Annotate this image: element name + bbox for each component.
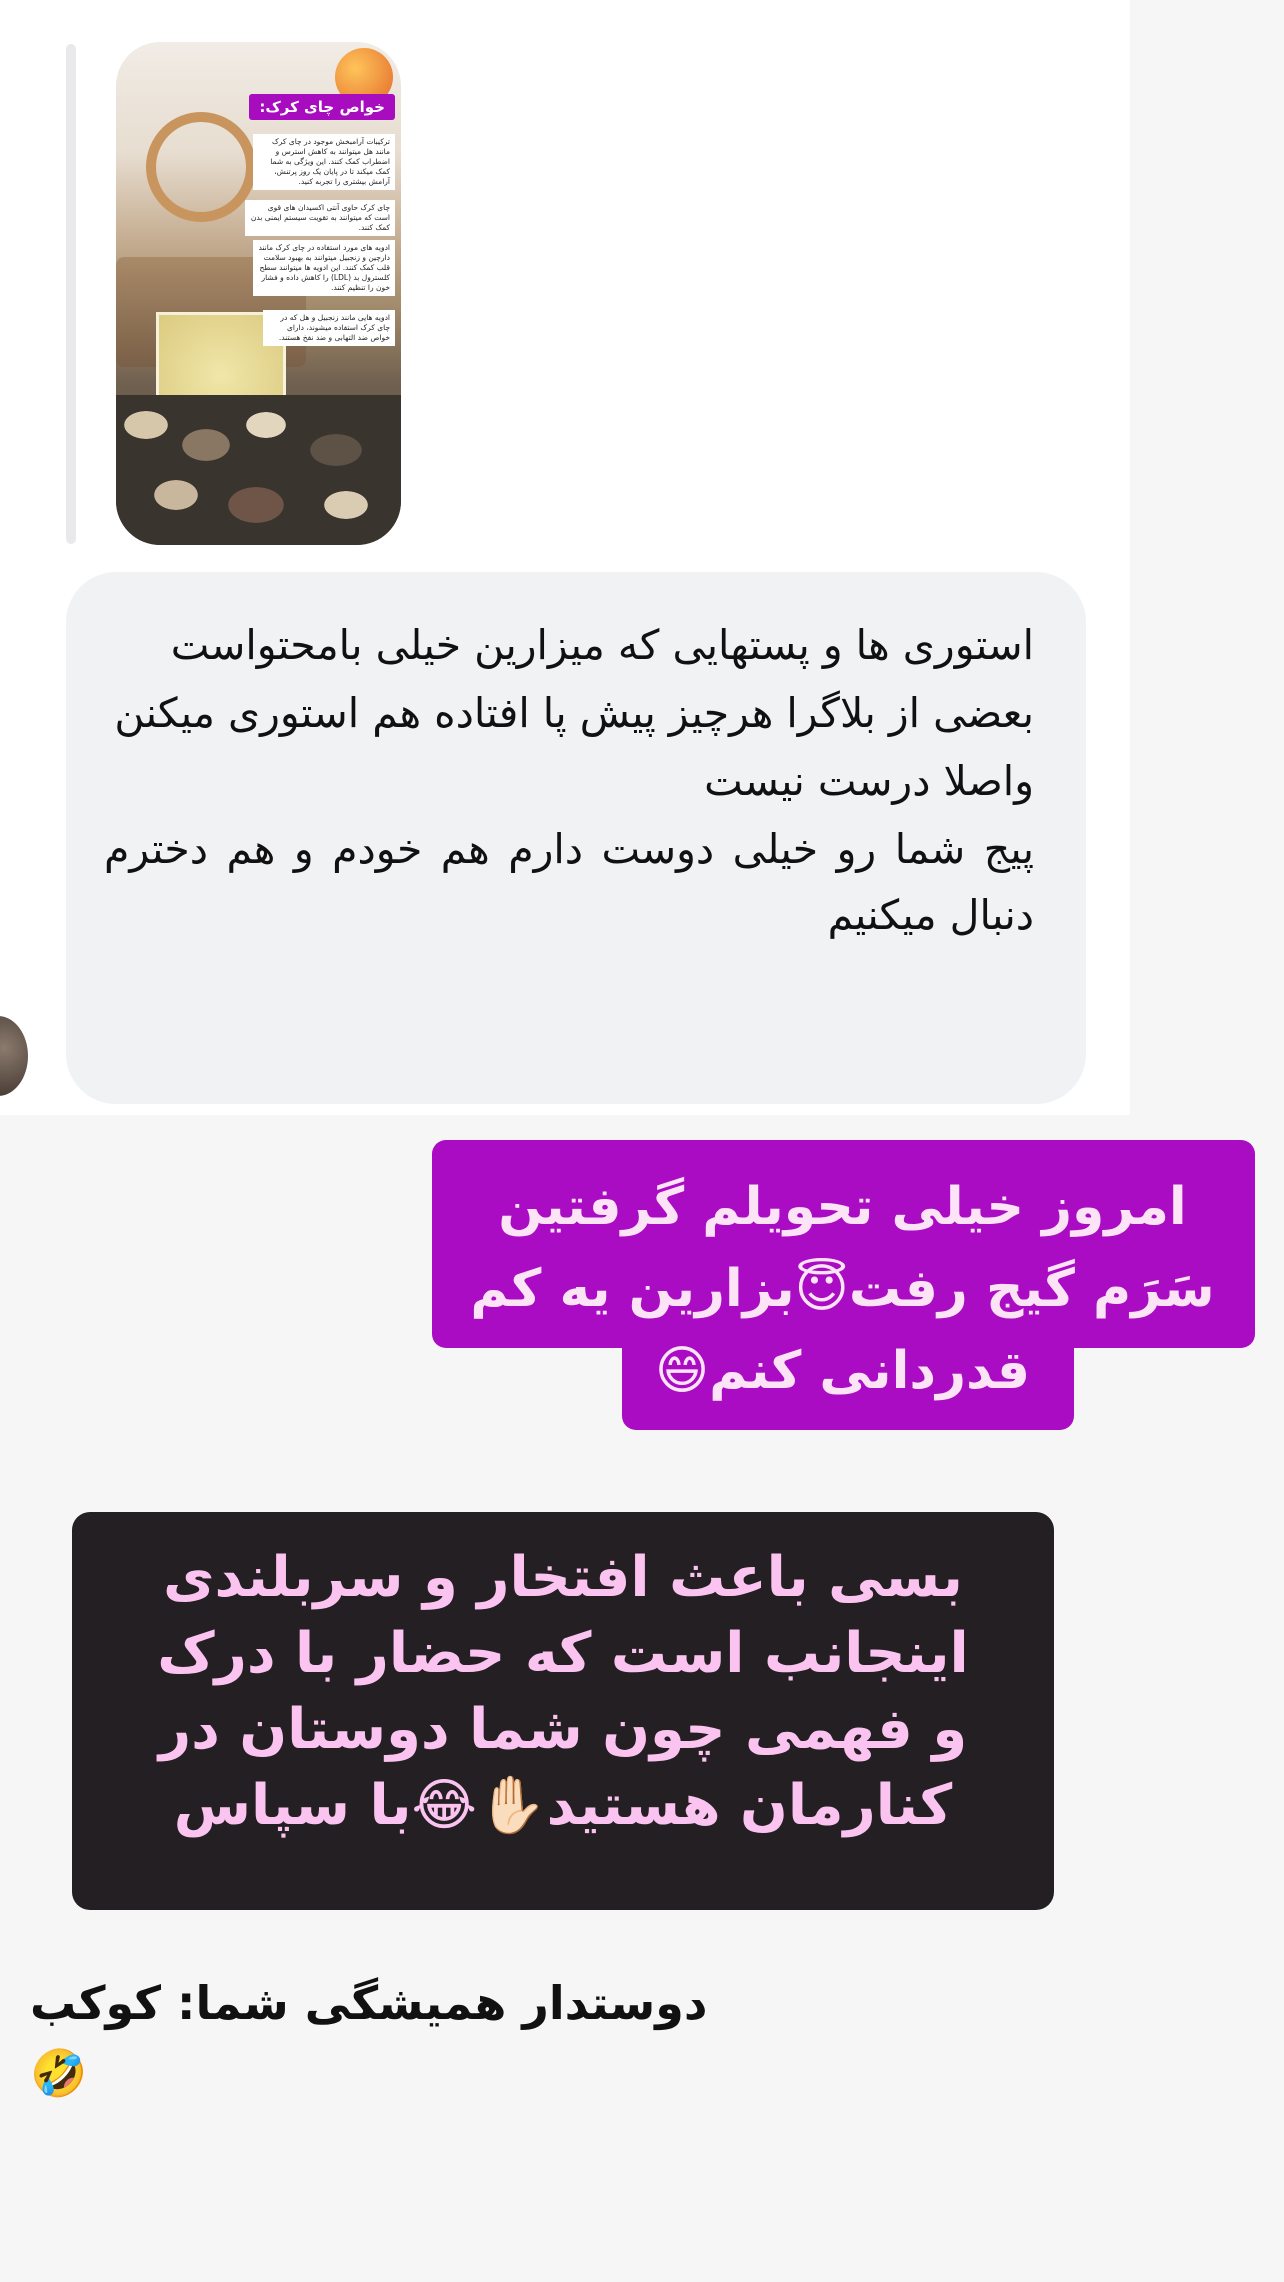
sticker-line: امروز خیلی تحویلم گرفتین (498, 1177, 1187, 1237)
dark-text-sticker: بسی باعث افتخار و سربلندی اینجانب است که… (72, 1512, 1054, 1910)
sticker-line: و فهمی چون شما دوستان در (158, 1697, 968, 1762)
story-reply-thumbnail[interactable]: خواص چای کرک: ترکیبات آرامبخش موجود در چ… (116, 42, 401, 545)
story-note: چای کرک حاوی آنتی اکسیدان های قوی است که… (245, 200, 395, 236)
message-line: بعضی از بلاگرا هرچیز پیش پا افتاده هم اس… (114, 689, 1034, 737)
reply-indicator-bar (66, 44, 76, 544)
sticker-line: قدردانی کنم😄 (654, 1341, 1031, 1401)
story-note: ادویه های مورد استفاده در چای کرک مانند … (253, 240, 395, 296)
sticker-line: سَرَم گیج رفت😇بزارین یه کم (470, 1259, 1215, 1319)
pink-text-sticker: امروز خیلی تحویلم گرفتین سَرَم گیج رفت😇ب… (430, 1140, 1255, 1430)
sticker-line: بسی باعث افتخار و سربلندی (163, 1545, 963, 1610)
story-note: ترکیبات آرامبخش موجود در چای کرک مانند ه… (253, 134, 395, 190)
story-photo-stones (116, 395, 401, 545)
dark-sticker-text: بسی باعث افتخار و سربلندی اینجانب است که… (72, 1512, 1054, 1910)
message-line: واصلا درست نیست (704, 757, 1034, 805)
story-note: ادویه هایی مانند زنجبیل و هل که در چای ک… (263, 310, 395, 346)
message-line: پیج شما رو خیلی دوست دارم هم خودم و هم د… (104, 825, 1034, 939)
pink-sticker-text: امروز خیلی تحویلم گرفتین سَرَم گیج رفت😇ب… (430, 1140, 1255, 1430)
signature-text: دوستدار همیشگی شما: کوکب🤣 (30, 1976, 708, 2100)
story-photo-decor (146, 112, 256, 222)
message-bubble[interactable]: استوری ها و پستهایی که میزارین خیلی بامح… (66, 572, 1086, 1104)
message-thread-pane: خواص چای کرک: ترکیبات آرامبخش موجود در چ… (0, 0, 1130, 1115)
message-line: استوری ها و پستهایی که میزارین خیلی بامح… (170, 621, 1034, 669)
sticker-line: کنارمان هستید✋🏻😂با سپاس (173, 1773, 953, 1838)
sticker-line: اینجانب است که حضار با درک (157, 1621, 969, 1686)
story-title: خواص چای کرک: (249, 94, 395, 120)
